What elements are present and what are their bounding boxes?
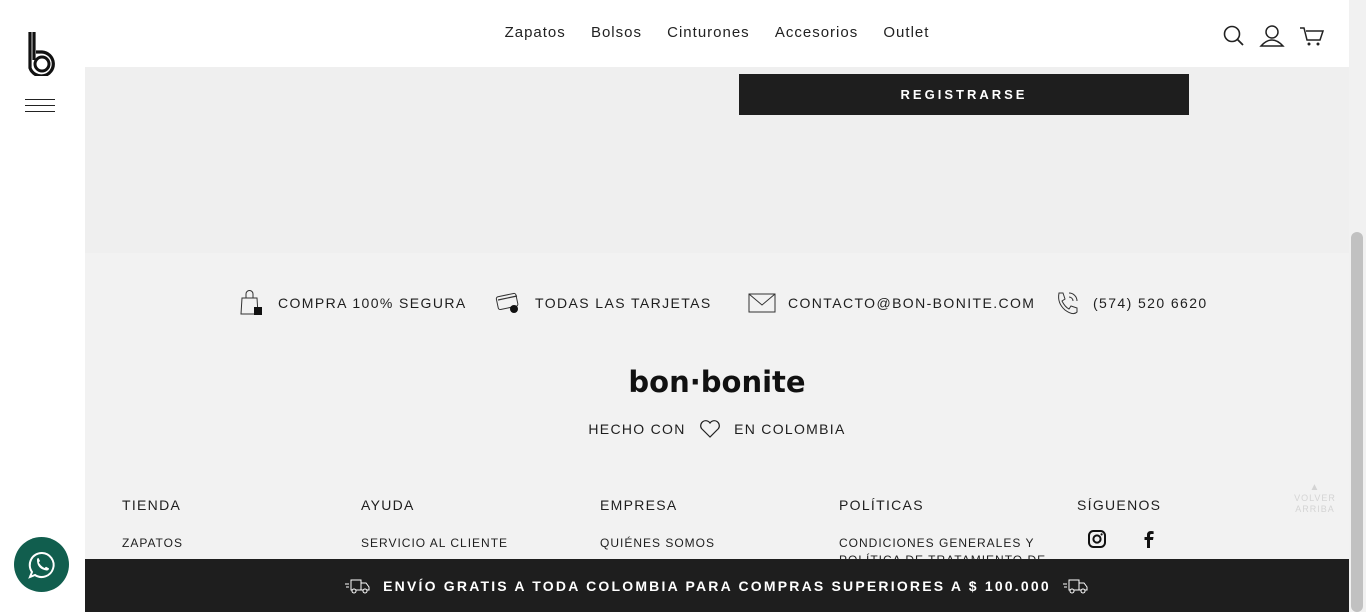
page-scrollbar[interactable] (1349, 0, 1366, 612)
feature-cards: TODAS LAS TARJETAS (495, 289, 712, 317)
footer-col-title: SÍGUENOS (1077, 497, 1162, 513)
search-icon[interactable] (1223, 24, 1245, 48)
hecho-left-text: HECHO CON (588, 421, 686, 437)
feature-strip: COMPRA 100% SEGURA TODAS LAS TARJETAS CO… (85, 289, 1349, 321)
shipping-banner-text: ENVÍO GRATIS A TODA COLOMBIA PARA COMPRA… (383, 577, 1051, 594)
phone-icon (1053, 289, 1081, 317)
nav-item-outlet[interactable]: Outlet (883, 24, 929, 41)
footer-link-quienes-somos[interactable]: QUIÉNES SOMOS (600, 535, 715, 552)
user-icon[interactable] (1259, 24, 1285, 48)
credit-card-icon (495, 289, 523, 317)
brand-logo-icon[interactable] (26, 30, 56, 81)
cart-icon[interactable] (1299, 24, 1325, 48)
footer-col-siguenos: SÍGUENOS (1077, 497, 1161, 549)
hecho-right-text: EN COLOMBIA (734, 421, 846, 437)
brand-wordmark[interactable]: bon·bonite (85, 365, 1349, 399)
nav-item-cinturones[interactable]: Cinturones (667, 24, 750, 41)
whatsapp-button[interactable] (14, 537, 69, 592)
instagram-icon[interactable] (1087, 529, 1107, 549)
footer-col-title: POLÍTICAS (839, 497, 924, 513)
footer-col-title: AYUDA (361, 497, 415, 513)
feature-label[interactable]: CONTACTO@BON-BONITE.COM (788, 295, 1035, 311)
feature-secure: COMPRA 100% SEGURA (238, 289, 467, 317)
brand-wordmark-text: bon·bonite (628, 365, 806, 399)
footer-link-zapatos[interactable]: ZAPATOS (122, 535, 183, 552)
feature-label: TODAS LAS TARJETAS (535, 295, 712, 311)
feature-phone[interactable]: (574) 520 6620 (1053, 289, 1208, 317)
shipping-banner: ENVÍO GRATIS A TODA COLOMBIA PARA COMPRA… (85, 559, 1349, 612)
feature-contact[interactable]: CONTACTO@BON-BONITE.COM (748, 289, 1035, 317)
footer: COMPRA 100% SEGURA TODAS LAS TARJETAS CO… (85, 253, 1349, 567)
left-rail (0, 0, 85, 612)
footer-col-tienda: TIENDA ZAPATOS (122, 497, 183, 552)
header-actions (1223, 24, 1325, 48)
footer-link-condiciones[interactable]: CONDICIONES GENERALES Y (839, 535, 1046, 552)
footer-col-title: TIENDA (122, 497, 182, 513)
heart-icon (699, 419, 721, 439)
truck-icon (345, 578, 371, 594)
mail-icon (748, 289, 776, 317)
newsletter-panel: REGISTRARSE (85, 67, 1349, 253)
feature-label[interactable]: (574) 520 6620 (1093, 295, 1208, 311)
main-nav: Zapatos Bolsos Cinturones Accesorios Out… (85, 24, 1349, 41)
footer-col-ayuda: AYUDA SERVICIO AL CLIENTE (361, 497, 508, 552)
facebook-icon[interactable] (1139, 529, 1159, 549)
back-to-top-line1: VOLVER (1294, 493, 1336, 503)
truck-icon (1062, 578, 1089, 594)
top-header: Zapatos Bolsos Cinturones Accesorios Out… (85, 0, 1349, 67)
chevron-up-icon: ▲ (1309, 482, 1321, 493)
menu-hamburger-icon[interactable] (25, 99, 55, 113)
footer-col-empresa: EMPRESA QUIÉNES SOMOS (600, 497, 715, 552)
footer-link-servicio-cliente[interactable]: SERVICIO AL CLIENTE (361, 535, 508, 552)
scrollbar-thumb[interactable] (1351, 232, 1363, 612)
back-to-top-button[interactable]: ▲ VOLVER ARRIBA (1280, 482, 1350, 534)
secure-bag-icon (238, 289, 266, 317)
made-in-colombia: HECHO CON EN COLOMBIA (85, 419, 1349, 439)
feature-label: COMPRA 100% SEGURA (278, 295, 467, 311)
register-button[interactable]: REGISTRARSE (739, 74, 1189, 115)
back-to-top-line2: ARRIBA (1295, 504, 1335, 514)
nav-item-bolsos[interactable]: Bolsos (591, 24, 642, 41)
footer-col-title: EMPRESA (600, 497, 678, 513)
whatsapp-icon (27, 551, 55, 579)
nav-item-accesorios[interactable]: Accesorios (775, 24, 858, 41)
social-links (1087, 529, 1161, 549)
nav-item-zapatos[interactable]: Zapatos (505, 24, 566, 41)
